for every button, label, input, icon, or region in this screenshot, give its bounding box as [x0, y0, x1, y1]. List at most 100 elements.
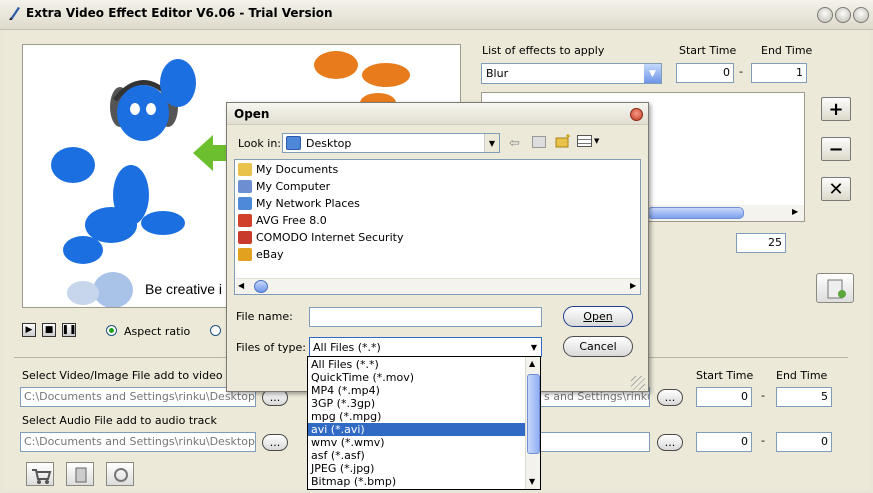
minimize-button[interactable]: [817, 7, 833, 23]
chevron-down-icon[interactable]: ▼: [643, 64, 661, 83]
file-item-label: My Computer: [256, 180, 331, 193]
cancel-button[interactable]: Cancel: [563, 336, 633, 357]
file-type-option[interactable]: MP4 (*.mp4): [308, 384, 526, 397]
scroll-left-icon[interactable]: ◀: [238, 281, 244, 290]
video-end-time-label: End Time: [776, 369, 828, 382]
effects-list-label: List of effects to apply: [482, 44, 605, 57]
file-type-option[interactable]: mpg (*.mpg): [308, 410, 526, 423]
register-icon[interactable]: [66, 462, 94, 486]
audio-start-input[interactable]: 0: [696, 432, 752, 452]
maximize-button[interactable]: [835, 7, 851, 23]
play-button[interactable]: ▶: [22, 323, 36, 337]
video-browse-button-2[interactable]: ...: [657, 389, 683, 406]
file-type-option[interactable]: JPEG (*.jpg): [308, 462, 526, 475]
file-list-item[interactable]: My Computer: [236, 178, 403, 195]
file-type-option[interactable]: All Files (*.*): [308, 358, 526, 371]
video-path-input[interactable]: C:\Documents and Settings\rinku\Desktop\…: [20, 387, 256, 407]
window-title: Extra Video Effect Editor V6.06 - Trial …: [26, 6, 333, 20]
save-icon-graphic: [827, 279, 846, 299]
file-item-folder-documents-icon: [238, 163, 252, 176]
file-list-item[interactable]: My Documents: [236, 161, 403, 178]
file-list-item[interactable]: eBay: [236, 246, 403, 263]
look-in-select[interactable]: Desktop ▼: [282, 133, 500, 153]
pause-button[interactable]: ❚❚: [61, 323, 77, 337]
app-icon: [9, 7, 20, 20]
file-type-option[interactable]: QuickTime (*.mov): [308, 371, 526, 384]
look-in-value: Desktop: [306, 136, 352, 150]
effect-end-time-input[interactable]: 1: [751, 63, 807, 83]
dialog-close-button[interactable]: [630, 108, 643, 121]
resize-grip[interactable]: [631, 376, 645, 390]
file-list-hscroll[interactable]: ◀ ▶: [236, 278, 640, 294]
effect-end-time-label: End Time: [761, 44, 813, 57]
fit-radio[interactable]: [210, 325, 221, 336]
help-icon[interactable]: [106, 462, 134, 486]
file-item-label: eBay: [256, 248, 284, 261]
remove-effect-button[interactable]: −: [821, 137, 851, 161]
file-list-hscroll-thumb[interactable]: [254, 280, 268, 293]
audio-end-input[interactable]: 0: [776, 432, 832, 452]
aspect-ratio-label: Aspect ratio: [124, 325, 191, 338]
effects-hscroll-thumb[interactable]: [647, 207, 744, 219]
video-start-input[interactable]: 0: [696, 387, 752, 407]
effect-level-input[interactable]: 25: [736, 233, 786, 253]
scroll-right-icon[interactable]: ▶: [792, 207, 798, 216]
file-list[interactable]: My Documents My Computer My Network Places…: [234, 159, 641, 295]
scroll-up-icon[interactable]: ▲: [529, 359, 535, 368]
scroll-right-icon[interactable]: ▶: [630, 281, 636, 290]
new-folder-icon-graphic: [555, 134, 570, 148]
file-type-option[interactable]: asf (*.asf): [308, 449, 526, 462]
file-item-computer-icon: [238, 180, 252, 193]
open-button[interactable]: Open: [563, 306, 633, 327]
up-folder-icon[interactable]: [532, 136, 546, 148]
effect-start-time-input[interactable]: 0: [676, 63, 734, 83]
audio-time-separator: -: [761, 434, 765, 447]
file-list-item[interactable]: COMODO Internet Security: [236, 229, 403, 246]
aspect-ratio-radio[interactable]: [106, 325, 117, 336]
file-item-label: COMODO Internet Security: [256, 231, 404, 244]
video-end-input[interactable]: 5: [776, 387, 832, 407]
scroll-down-icon[interactable]: ▼: [529, 477, 535, 486]
file-item-label: AVG Free 8.0: [256, 214, 327, 227]
file-name-label: File name:: [236, 310, 293, 323]
look-in-label: Look in:: [238, 137, 281, 150]
clear-effects-button[interactable]: ✕: [821, 177, 851, 201]
file-list-item[interactable]: My Network Places: [236, 195, 403, 212]
files-of-type-chevron-down-icon[interactable]: ▼: [527, 343, 541, 352]
add-effect-button[interactable]: +: [821, 97, 851, 121]
help-icon-graphic: [114, 468, 128, 482]
save-icon[interactable]: [816, 273, 854, 303]
files-of-type-dropdown[interactable]: All Files (*.*) QuickTime (*.mov) MP4 (*.m…: [307, 356, 541, 490]
new-folder-icon[interactable]: [555, 134, 571, 148]
preview-caption: Be creative i: [145, 281, 223, 297]
back-icon[interactable]: ⇦: [509, 136, 520, 151]
audio-browse-button[interactable]: ...: [262, 434, 288, 451]
audio-track-label: Select Audio File add to audio track: [22, 414, 217, 427]
close-button[interactable]: [853, 7, 869, 23]
file-type-option[interactable]: avi (*.avi): [308, 423, 526, 436]
audio-browse-button-2[interactable]: ...: [657, 434, 683, 451]
file-type-option[interactable]: Bitmap (*.bmp): [308, 475, 526, 488]
view-menu-icon[interactable]: [577, 135, 592, 147]
video-start-time-label: Start Time: [696, 369, 754, 382]
effect-select[interactable]: Blur ▼: [481, 63, 662, 84]
dialog-title: Open: [234, 107, 270, 121]
file-type-option[interactable]: 3GP (*.3gp): [308, 397, 526, 410]
video-track-label: Select Video/Image File add to video tra…: [22, 369, 255, 382]
view-menu-chevron-down-icon[interactable]: ▼: [594, 137, 599, 145]
file-type-option[interactable]: wmv (*.wmv): [308, 436, 526, 449]
audio-path-input[interactable]: C:\Documents and Settings\rinku\Desktop\…: [20, 432, 256, 452]
files-of-type-select[interactable]: All Files (*.*) ▼: [309, 337, 542, 357]
audio-path-input-2[interactable]: [540, 432, 650, 452]
dropdown-vscroll-thumb[interactable]: [527, 374, 540, 454]
file-name-input[interactable]: [309, 307, 542, 327]
file-item-label: My Network Places: [256, 197, 360, 210]
file-list-item[interactable]: AVG Free 8.0: [236, 212, 403, 229]
open-dialog: Open Look in: Desktop ▼ ⇦ ▼ My Documents…: [226, 102, 649, 392]
look-in-chevron-down-icon[interactable]: ▼: [484, 134, 499, 152]
stop-button[interactable]: ■: [42, 323, 56, 337]
file-item-shortcut-icon: [238, 214, 252, 227]
register-icon-graphic: [75, 467, 87, 483]
cart-icon[interactable]: [26, 462, 54, 486]
dropdown-vscroll[interactable]: ▲ ▼: [525, 357, 540, 489]
